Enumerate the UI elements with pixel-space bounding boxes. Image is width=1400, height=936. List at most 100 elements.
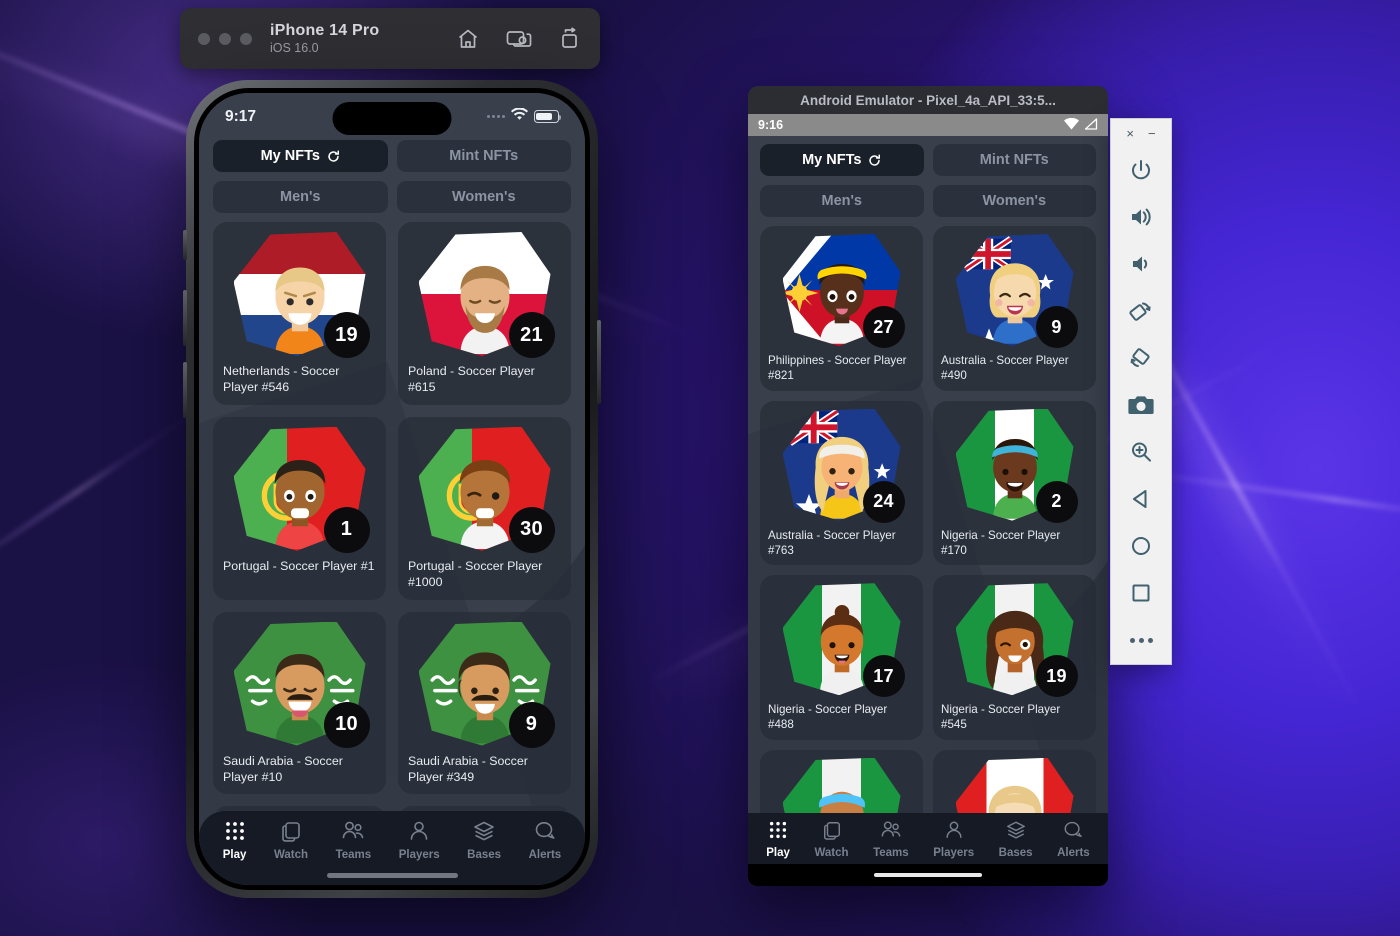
nft-card[interactable]: 30 Portugal - Soccer Player #1000 <box>398 416 571 600</box>
rotate-icon[interactable] <box>558 26 582 51</box>
nav-item-alerts[interactable]: Alerts <box>1057 820 1090 859</box>
tab-mint-nfts[interactable]: Mint NFTs <box>932 144 1096 176</box>
nav-item-watch[interactable]: Watch <box>274 820 308 861</box>
nft-card[interactable]: 1 Portugal - Soccer Player #1 <box>213 416 386 600</box>
nft-card[interactable]: 9 Australia - Soccer Player #490 <box>933 226 1096 391</box>
android-nft-grid-scroll[interactable]: 27 Philippines - Soccer Player #821 9 Au… <box>748 226 1108 813</box>
zoom-icon[interactable] <box>1111 429 1171 476</box>
nft-card[interactable]: 24 Australia - Soccer Player #763 <box>760 400 923 566</box>
home-icon[interactable] <box>456 27 480 51</box>
nft-card[interactable]: 1 <box>933 749 1096 813</box>
nft-avatar: 21 <box>418 232 555 358</box>
jersey-number: 19 <box>1035 655 1078 698</box>
nav-label: Players <box>933 847 975 859</box>
people-icon <box>880 820 902 843</box>
simulator-titlebar[interactable]: iPhone 14 Pro iOS 16.0 <box>180 8 600 69</box>
tab-womens[interactable]: Women's <box>396 181 571 213</box>
volume-up-icon[interactable] <box>1111 193 1171 240</box>
tab-my-nfts[interactable]: My NFTs <box>213 140 388 172</box>
nft-card[interactable]: 9 Saudi Arabia - Soccer Player #349 <box>398 611 571 795</box>
person-icon <box>944 820 964 843</box>
power-button[interactable] <box>597 320 601 404</box>
volume-down-button[interactable] <box>183 362 187 418</box>
iphone-screen[interactable]: 9:17 My NFTs Mint NFTs Men's Women's 19 … <box>199 93 585 885</box>
jersey-number: 17 <box>862 655 905 698</box>
tab-label: Men's <box>279 189 321 205</box>
volume-down-icon[interactable] <box>1111 240 1171 287</box>
jersey-number: 21 <box>508 312 555 358</box>
minimize-button[interactable] <box>219 32 231 45</box>
nav-label: Watch <box>273 849 309 861</box>
screenshot-camera-icon[interactable] <box>1111 381 1171 428</box>
close-button[interactable] <box>198 32 210 45</box>
tab-womens[interactable]: Women's <box>932 185 1096 217</box>
emulator-toolbar[interactable]: × − <box>1110 118 1172 665</box>
more-icon[interactable] <box>1111 617 1171 664</box>
rotate-right-icon[interactable] <box>1111 334 1171 381</box>
nav-label: Teams <box>873 847 909 859</box>
nav-item-players[interactable]: Players <box>933 820 974 859</box>
nft-card[interactable]: 19 Netherlands - Soccer Player #546 <box>213 222 386 405</box>
nav-item-bases[interactable]: Bases <box>999 820 1033 859</box>
maximize-button[interactable] <box>240 32 252 45</box>
jersey-number: 2 <box>1035 480 1078 523</box>
nft-card[interactable]: 17 Nigeria - Soccer Player #488 <box>760 575 923 740</box>
nav-item-play[interactable]: Play <box>223 820 246 861</box>
nft-card[interactable]: 19 Nigeria - Soccer Player #545 <box>933 575 1096 740</box>
home-icon[interactable] <box>1111 523 1171 570</box>
tab-label: Mint NFTs <box>449 148 519 164</box>
person-icon <box>408 820 430 845</box>
android-emulator-window[interactable]: Android Emulator - Pixel_4a_API_33:5... … <box>748 86 1108 886</box>
nav-item-bases[interactable]: Bases <box>467 820 501 861</box>
overview-icon[interactable] <box>1111 570 1171 617</box>
nft-card[interactable]: 2 Nigeria - Soccer Player #170 <box>933 400 1096 566</box>
nft-card[interactable]: 26 <box>760 749 923 813</box>
tab-my-nfts[interactable]: My NFTs <box>760 144 924 176</box>
silence-switch[interactable] <box>183 230 187 260</box>
people-icon <box>341 820 365 845</box>
dynamic-island <box>332 102 452 135</box>
nft-card[interactable]: 27 Philippines - Soccer Player #821 <box>760 226 923 391</box>
status-time: 9:17 <box>225 107 257 125</box>
back-icon[interactable] <box>1111 476 1171 523</box>
ios-bottom-nav[interactable]: Play Watch Teams Players Bases Alerts <box>199 811 585 865</box>
tab-mens[interactable]: Men's <box>760 185 924 217</box>
nav-item-teams[interactable]: Teams <box>873 820 909 859</box>
tab-label: Mint NFTs <box>979 152 1049 168</box>
screenshot-icon[interactable] <box>506 27 532 51</box>
emulator-close-button[interactable]: × <box>1126 127 1134 140</box>
rotate-left-icon[interactable] <box>1111 287 1171 334</box>
nft-card[interactable]: 10 Saudi Arabia - Soccer Player #10 <box>213 611 386 795</box>
ios-nft-grid-scroll[interactable]: 19 Netherlands - Soccer Player #546 21 P… <box>199 222 585 811</box>
nav-item-watch[interactable]: Watch <box>814 820 849 859</box>
jersey-number: 27 <box>862 306 905 348</box>
power-icon[interactable] <box>1111 146 1171 193</box>
nav-item-alerts[interactable]: Alerts <box>529 820 561 861</box>
android-status-bar: 9:16 <box>748 114 1108 136</box>
tab-mens[interactable]: Men's <box>213 181 388 213</box>
nft-avatar: 10 <box>233 621 370 748</box>
jersey-number: 19 <box>323 312 370 358</box>
layers-icon <box>1006 820 1026 843</box>
nav-item-players[interactable]: Players <box>399 820 440 861</box>
nft-avatar: 9 <box>418 621 555 748</box>
nav-label: Play <box>766 847 790 859</box>
tab-mint-nfts[interactable]: Mint NFTs <box>396 140 571 172</box>
nft-title: Nigeria - Soccer Player #170 <box>941 528 1061 557</box>
nft-title: Nigeria - Soccer Player #488 <box>768 703 888 732</box>
android-screen[interactable]: 9:16 My NFTs Mint NFTs Men's Women's 27 … <box>748 114 1108 886</box>
nft-title: Saudi Arabia - Soccer Player #349 <box>408 753 528 784</box>
window-traffic-lights[interactable] <box>198 32 252 45</box>
nav-item-teams[interactable]: Teams <box>336 820 371 861</box>
ios-filter-tabs[interactable]: My NFTs Mint NFTs Men's Women's <box>199 140 585 222</box>
nav-item-play[interactable]: Play <box>766 820 790 859</box>
android-bottom-nav[interactable]: Play Watch Teams Players Bases Alerts <box>748 813 1108 864</box>
screenshot-root: iPhone 14 Pro iOS 16.0 9:17 My NFTs Mint… <box>0 0 1400 936</box>
ios-home-indicator <box>199 865 585 885</box>
nft-card[interactable]: 21 Poland - Soccer Player #615 <box>398 222 571 405</box>
emulator-minimize-button[interactable]: − <box>1148 127 1156 140</box>
volume-up-button[interactable] <box>183 290 187 346</box>
jersey-number: 9 <box>508 701 555 748</box>
android-filter-tabs[interactable]: My NFTs Mint NFTs Men's Women's <box>748 136 1108 226</box>
simulator-subtitle: iOS 16.0 <box>270 41 319 55</box>
